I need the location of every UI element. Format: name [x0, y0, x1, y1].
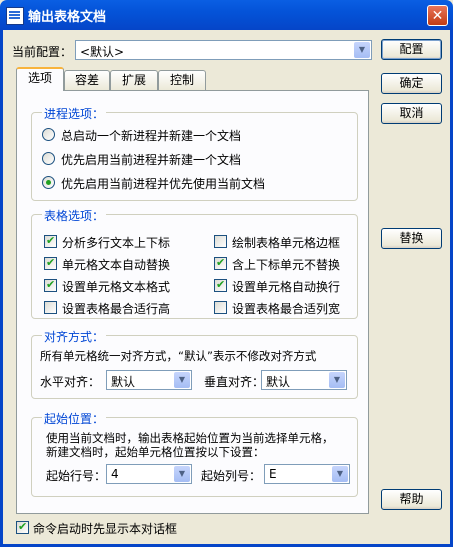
start-col-select[interactable]: E ▼ [264, 464, 350, 484]
checkbox-label: 设置单元格文本格式 [62, 280, 171, 294]
config-combo[interactable]: <默认> ▼ [75, 40, 372, 60]
checkbox-label: 分析多行文本上下标 [62, 236, 171, 250]
checkbox-label: 单元格文本自动替换 [62, 258, 171, 272]
cancel-button[interactable]: 取消 [381, 103, 442, 124]
title-bar: 输出表格文档 ✕ [0, 0, 453, 30]
process-radio-2[interactable] [42, 152, 55, 165]
window-title: 输出表格文档 [28, 10, 107, 25]
checkbox-text-format[interactable] [44, 278, 57, 292]
start-col-label: 起始列号： [201, 469, 262, 483]
replace-button[interactable]: 替换 [381, 228, 442, 249]
ok-button[interactable]: 确定 [381, 73, 442, 94]
checkbox-label: 设置单元格自动换行 [232, 280, 341, 294]
start-col-value: E [269, 467, 277, 481]
vertical-align-select[interactable]: 默认 ▼ [261, 370, 347, 390]
horizontal-align-value: 默认 [111, 375, 136, 389]
chevron-down-icon[interactable]: ▼ [332, 466, 348, 482]
options-panel: 进程选项： 总启动一个新进程并新建一个文档 优先启用当前进程并新建一个文档 优先… [16, 90, 369, 514]
chevron-down-icon[interactable]: ▼ [329, 372, 345, 388]
start-row-select[interactable]: 4 ▼ [106, 464, 192, 484]
config-label: 当前配置： [12, 45, 73, 59]
start-position-desc-2: 新建文档时，起始单元格位置按以下设置： [46, 445, 265, 459]
help-button[interactable]: 帮助 [381, 489, 442, 510]
process-group-title: 进程选项： [42, 105, 107, 122]
tab-tolerance[interactable]: 容差 [64, 70, 110, 90]
checkbox-col-width[interactable] [214, 301, 227, 314]
checkbox-label: 设置表格最合适列宽 [232, 302, 341, 316]
checkbox-label: 含上下标单元不替换 [232, 258, 341, 272]
table-options-title: 表格选项： [42, 207, 107, 224]
process-group: 进程选项： 总启动一个新进程并新建一个文档 优先启用当前进程并新建一个文档 优先… [31, 105, 358, 201]
process-radio-1[interactable] [42, 128, 55, 141]
tab-control[interactable]: 控制 [158, 70, 206, 90]
checkbox-auto-replace[interactable] [44, 256, 57, 270]
alignment-title: 对齐方式： [42, 328, 107, 345]
process-option-label: 优先启用当前进程并优先使用当前文档 [61, 177, 266, 191]
checkbox-multiline-subscript[interactable] [44, 234, 57, 248]
checkbox-row-height[interactable] [44, 301, 57, 314]
chevron-down-icon[interactable]: ▼ [354, 42, 370, 58]
config-button[interactable]: 配置 [381, 39, 442, 60]
config-value: <默认> [80, 45, 125, 59]
horizontal-align-select[interactable]: 默认 ▼ [106, 370, 192, 390]
checkbox-draw-borders[interactable] [214, 235, 227, 248]
horizontal-align-label: 水平对齐： [40, 375, 101, 389]
start-position-group: 起始位置： 使用当前文档时，输出表格起始位置为当前选择单元格， 新建文档时，起始… [31, 410, 358, 497]
close-button[interactable]: ✕ [427, 5, 448, 26]
process-radio-3[interactable] [42, 176, 55, 189]
tab-options[interactable]: 选项 [16, 67, 64, 91]
start-position-title: 起始位置： [42, 410, 107, 427]
process-option-label: 总启动一个新进程并新建一个文档 [61, 129, 242, 143]
alignment-group: 对齐方式： 所有单元格统一对齐方式，“默认”表示不修改对齐方式 水平对齐： 默认… [31, 328, 358, 399]
checkbox-skip-subscript[interactable] [214, 256, 227, 270]
process-option-label: 优先启用当前进程并新建一个文档 [61, 153, 242, 167]
vertical-align-label: 垂直对齐： [204, 375, 265, 389]
start-row-label: 起始行号： [46, 469, 107, 483]
show-dialog-label: 命令启动时先显示本对话框 [33, 522, 178, 536]
vertical-align-value: 默认 [266, 375, 291, 389]
start-row-value: 4 [111, 467, 119, 481]
app-icon [6, 7, 24, 25]
tab-extension[interactable]: 扩展 [110, 70, 158, 90]
checkbox-label: 绘制表格单元格边框 [232, 236, 341, 250]
checkbox-label: 设置表格最合适行高 [62, 302, 171, 316]
alignment-description: 所有单元格统一对齐方式，“默认”表示不修改对齐方式 [40, 349, 317, 363]
show-dialog-checkbox[interactable] [16, 520, 29, 534]
table-options-group: 表格选项： 分析多行文本上下标 绘制表格单元格边框 单元格文本自动替换 含上下标… [31, 207, 358, 319]
chevron-down-icon[interactable]: ▼ [174, 372, 190, 388]
chevron-down-icon[interactable]: ▼ [174, 466, 190, 482]
checkbox-wrap[interactable] [214, 278, 227, 292]
